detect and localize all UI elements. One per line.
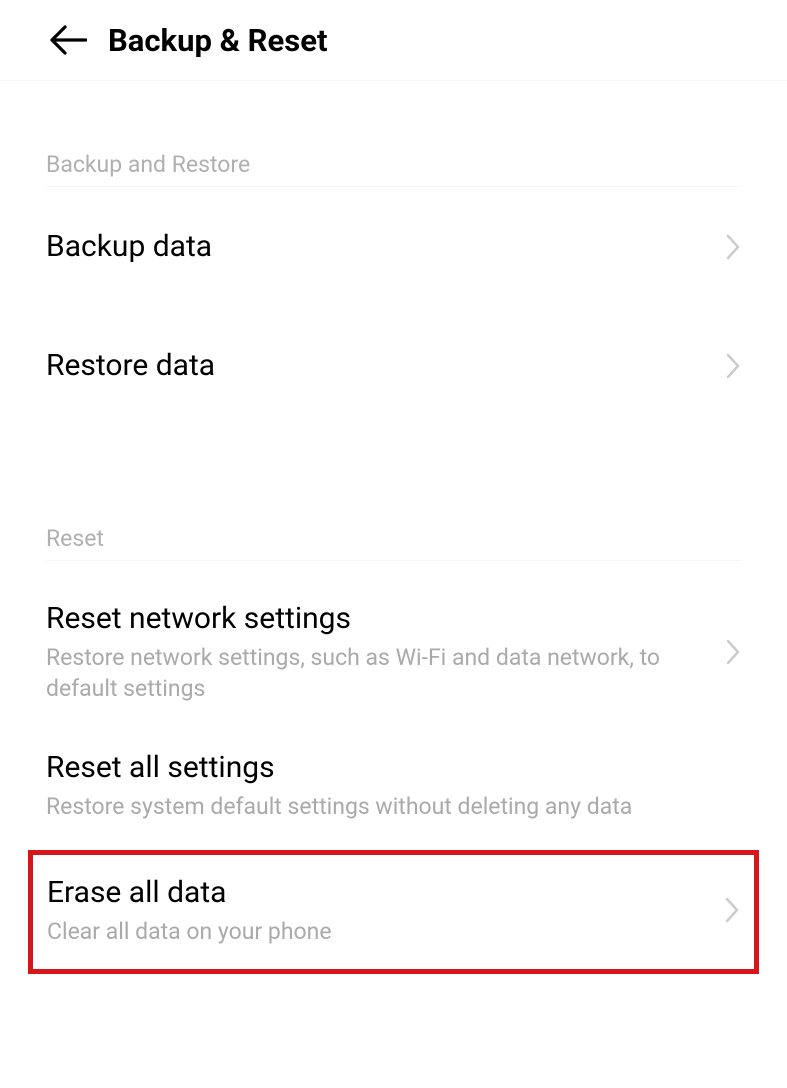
chevron-right-icon [725, 233, 741, 261]
restore-data-item[interactable]: Restore data [46, 306, 741, 425]
list-item-subtitle: Restore system default settings without … [46, 791, 741, 822]
list-item-title: Backup data [46, 227, 713, 266]
reset-network-item[interactable]: Reset network settings Restore network s… [46, 561, 741, 726]
section-header-backup: Backup and Restore [46, 81, 741, 187]
list-item-title: Reset network settings [46, 599, 713, 638]
list-item-subtitle: Restore network settings, such as Wi-Fi … [46, 642, 713, 704]
chevron-right-icon [725, 352, 741, 380]
page-header: Backup & Reset [0, 0, 787, 81]
erase-all-data-highlight: Erase all data Clear all data on your ph… [28, 850, 759, 974]
list-item-title: Reset all settings [46, 748, 741, 787]
arrow-left-icon [49, 25, 87, 55]
erase-all-data-item[interactable]: Erase all data Clear all data on your ph… [47, 855, 740, 969]
back-button[interactable] [48, 20, 88, 60]
list-item-subtitle: Clear all data on your phone [47, 916, 712, 947]
reset-all-settings-item[interactable]: Reset all settings Restore system defaul… [46, 726, 741, 844]
chevron-right-icon [725, 638, 741, 666]
list-item-title: Erase all data [47, 873, 712, 912]
chevron-right-icon [724, 896, 740, 924]
backup-data-item[interactable]: Backup data [46, 187, 741, 306]
section-header-reset: Reset [46, 455, 741, 561]
list-item-title: Restore data [46, 346, 713, 385]
page-title: Backup & Reset [108, 22, 327, 59]
